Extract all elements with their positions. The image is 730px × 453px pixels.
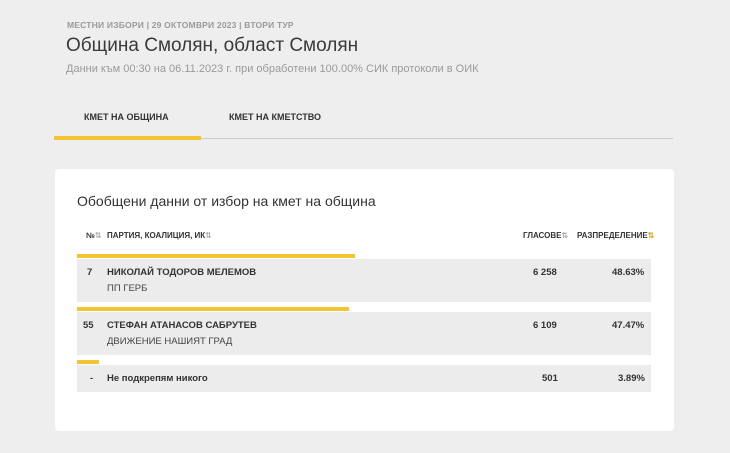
vote-share: 48.63% [612,267,645,278]
table-row[interactable]: 7 НИКОЛАЙ ТОДОРОВ МЕЛЕМОВ ПП ГЕРБ 6 258 … [77,259,651,302]
column-header-share[interactable]: РАЗПРЕДЕЛЕНИЕ⇅ [577,231,654,240]
page-title: Община Смолян, област Смолян [66,35,359,56]
share-bar [77,360,99,364]
party-name: ДВИЖЕНИЕ НАШИЯТ ГРАД [107,336,233,347]
sort-arrows-icon: ⇅ [205,231,212,240]
sort-desc-icon: ⇅ [647,231,655,240]
candidate-name: НИКОЛАЙ ТОДОРОВ МЕЛЕМОВ [107,267,257,278]
row-number: 55 [83,320,94,331]
column-header-party[interactable]: ПАРТИЯ, КОАЛИЦИЯ, ИК⇅ [107,231,212,240]
sort-arrows-icon: ⇅ [561,231,569,240]
column-header-votes-label: ГЛАСОВЕ [523,231,562,240]
row-number: 7 [87,267,93,278]
tab-active-indicator [54,135,201,140]
column-header-num-label: № [86,231,95,240]
party-name: ПП ГЕРБ [107,283,148,294]
votes-count: 6 109 [533,320,557,331]
breadcrumb: МЕСТНИ ИЗБОРИ | 29 ОКТОМВРИ 2023 | ВТОРИ… [67,20,294,30]
tab-mayor-town[interactable]: КМЕТ НА КМЕТСТВО [229,112,321,122]
card-title: Обобщени данни от избор на кмет на общин… [77,193,376,209]
column-header-party-label: ПАРТИЯ, КОАЛИЦИЯ, ИК [107,231,206,240]
row-number: - [90,373,94,384]
page-subtitle: Данни към 00:30 на 06.11.2023 г. при обр… [66,63,479,75]
share-bar [77,254,355,258]
share-bar [77,307,349,311]
votes-count: 501 [542,373,558,384]
tab-mayor-municipality[interactable]: КМЕТ НА ОБЩИНА [84,112,169,122]
table-row[interactable]: 55 СТЕФАН АТАНАСОВ САБРУТЕВ ДВИЖЕНИЕ НАШ… [77,312,651,355]
votes-count: 6 258 [533,267,557,278]
candidate-name: СТЕФАН АТАНАСОВ САБРУТЕВ [107,320,257,331]
vote-share: 3.89% [618,373,645,384]
sort-arrows-icon: ⇅ [94,231,102,240]
results-card: Обобщени данни от избор на кмет на общин… [55,169,674,431]
column-header-share-label: РАЗПРЕДЕЛЕНИЕ [577,231,648,240]
vote-share: 47.47% [612,320,645,331]
column-header-votes[interactable]: ГЛАСОВЕ⇅ [523,231,568,240]
column-header-num[interactable]: №⇅ [86,231,102,240]
tab-bar: КМЕТ НА ОБЩИНА КМЕТ НА КМЕТСТВО [54,100,673,140]
table-row[interactable]: - Не подкрепям никого 501 3.89% [77,365,651,392]
candidate-name: Не подкрепям никого [107,373,208,384]
